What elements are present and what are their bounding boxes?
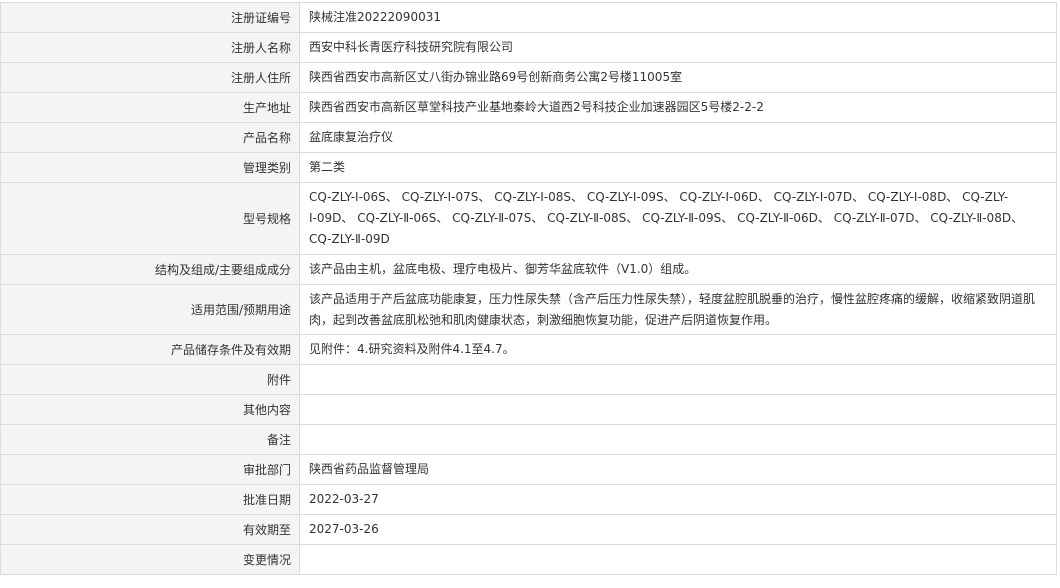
table-row-model-spec: 型号规格 CQ-ZLY-Ⅰ-06S、 CQ-ZLY-Ⅰ-07S、 CQ-ZLY-… [0, 182, 1057, 255]
field-label: 型号规格 [0, 182, 300, 255]
field-value: 盆底康复治疗仪 [299, 122, 1057, 153]
table-row-registration-number: 注册证编号 陕械注准20222090031 [0, 2, 1057, 33]
field-value: 见附件：4.研究资料及附件4.1至4.7。 [299, 334, 1057, 365]
field-value: 陕西省西安市高新区草堂科技产业基地秦岭大道西2号科技企业加速器园区5号楼2-2-… [299, 92, 1057, 123]
registration-detail-table: 注册证编号 陕械注准20222090031 注册人名称 西安中科长青医疗科技研究… [0, 2, 1057, 575]
field-value: 2027-03-26 [299, 514, 1057, 545]
field-label: 产品储存条件及有效期 [0, 334, 300, 365]
field-label: 有效期至 [0, 514, 300, 545]
field-label: 注册人住所 [0, 62, 300, 93]
field-value: CQ-ZLY-Ⅰ-06S、 CQ-ZLY-Ⅰ-07S、 CQ-ZLY-Ⅰ-08S… [299, 182, 1057, 255]
field-label: 其他内容 [0, 394, 300, 425]
table-row-registrant-name: 注册人名称 西安中科长青医疗科技研究院有限公司 [0, 32, 1057, 63]
field-label: 注册证编号 [0, 2, 300, 33]
table-row-structure: 结构及组成/主要组成成分 该产品由主机，盆底电极、理疗电极片、御芳华盆底软件（V… [0, 254, 1057, 285]
table-row-product-name: 产品名称 盆底康复治疗仪 [0, 122, 1057, 153]
table-row-approval-dept: 审批部门 陕西省药品监督管理局 [0, 454, 1057, 485]
field-label: 适用范围/预期用途 [0, 284, 300, 335]
field-label: 生产地址 [0, 92, 300, 123]
field-label: 变更情况 [0, 544, 300, 575]
field-value [299, 424, 1057, 455]
field-value: 陕西省药品监督管理局 [299, 454, 1057, 485]
table-row-production-address: 生产地址 陕西省西安市高新区草堂科技产业基地秦岭大道西2号科技企业加速器园区5号… [0, 92, 1057, 123]
registration-detail-page: 注册证编号 陕械注准20222090031 注册人名称 西安中科长青医疗科技研究… [0, 0, 1060, 588]
table-row-valid-until: 有效期至 2027-03-26 [0, 514, 1057, 545]
field-value: 西安中科长青医疗科技研究院有限公司 [299, 32, 1057, 63]
field-value: 该产品由主机，盆底电极、理疗电极片、御芳华盆底软件（V1.0）组成。 [299, 254, 1057, 285]
table-row-changes: 变更情况 [0, 544, 1057, 575]
field-label: 注册人名称 [0, 32, 300, 63]
field-value [299, 394, 1057, 425]
table-row-remarks: 备注 [0, 424, 1057, 455]
table-row-storage: 产品储存条件及有效期 见附件：4.研究资料及附件4.1至4.7。 [0, 334, 1057, 365]
field-value: 第二类 [299, 152, 1057, 183]
table-row-registrant-address: 注册人住所 陕西省西安市高新区丈八街办锦业路69号创新商务公寓2号楼11005室 [0, 62, 1057, 93]
field-value: 2022-03-27 [299, 484, 1057, 515]
table-row-intended-use: 适用范围/预期用途 该产品适用于产后盆底功能康复，压力性尿失禁（含产后压力性尿失… [0, 284, 1057, 335]
field-value: 陕西省西安市高新区丈八街办锦业路69号创新商务公寓2号楼11005室 [299, 62, 1057, 93]
field-value: 陕械注准20222090031 [299, 2, 1057, 33]
field-label: 产品名称 [0, 122, 300, 153]
table-row-other: 其他内容 [0, 394, 1057, 425]
field-label: 审批部门 [0, 454, 300, 485]
table-row-management-class: 管理类别 第二类 [0, 152, 1057, 183]
field-value: 该产品适用于产后盆底功能康复，压力性尿失禁（含产后压力性尿失禁），轻度盆腔肌脱垂… [299, 284, 1057, 335]
field-label: 附件 [0, 364, 300, 395]
table-row-approval-date: 批准日期 2022-03-27 [0, 484, 1057, 515]
field-label: 结构及组成/主要组成成分 [0, 254, 300, 285]
field-label: 备注 [0, 424, 300, 455]
field-value [299, 364, 1057, 395]
field-label: 批准日期 [0, 484, 300, 515]
field-label: 管理类别 [0, 152, 300, 183]
field-value [299, 544, 1057, 575]
table-row-attachment: 附件 [0, 364, 1057, 395]
